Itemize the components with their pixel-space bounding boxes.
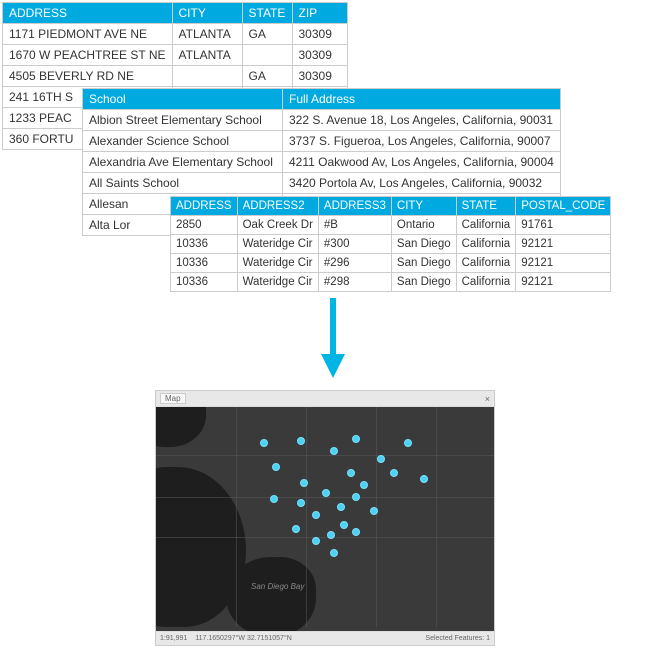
status-coords: 117.1650297°W 32.7151057°N <box>195 635 292 642</box>
col-school: School <box>83 89 283 110</box>
table-header-row: ADDRESS ADDRESS2 ADDRESS3 CITY STATE POS… <box>171 197 611 216</box>
table-row: Albion Street Elementary School322 S. Av… <box>83 110 561 131</box>
map-tab[interactable]: Map <box>160 393 186 404</box>
map-panel: Map × San Diego Bay 1:91,991 117.1650297… <box>155 390 495 646</box>
table-row: Alexandria Ave Elementary School4211 Oak… <box>83 152 561 173</box>
status-selected: Selected Features: 1 <box>425 635 490 642</box>
arrow-down-icon <box>318 298 348 378</box>
table-row: All Saints School3420 Portola Av, Los An… <box>83 173 561 194</box>
col-city: CITY <box>172 3 242 24</box>
col-address: ADDRESS <box>3 3 173 24</box>
map-point[interactable] <box>340 521 348 529</box>
map-point[interactable] <box>330 549 338 557</box>
map-point[interactable] <box>370 507 378 515</box>
map-point[interactable] <box>420 475 428 483</box>
map-point[interactable] <box>312 537 320 545</box>
table-row: 10336Wateridge Cir#298San DiegoCaliforni… <box>171 273 611 292</box>
table-row: Alexander Science School3737 S. Figueroa… <box>83 131 561 152</box>
col-full-address: Full Address <box>283 89 561 110</box>
map-point[interactable] <box>300 479 308 487</box>
road-line <box>236 407 237 627</box>
table-row: 10336Wateridge Cir#300San DiegoCaliforni… <box>171 235 611 254</box>
map-point[interactable] <box>260 439 268 447</box>
map-point[interactable] <box>322 489 330 497</box>
map-point[interactable] <box>377 455 385 463</box>
table-row: 2850Oak Creek Dr#BOntarioCalifornia91761 <box>171 216 611 235</box>
status-scale: 1:91,991 <box>160 635 187 642</box>
col-address: ADDRESS <box>171 197 238 216</box>
col-zip: ZIP <box>292 3 347 24</box>
road-line <box>436 407 437 627</box>
road-line <box>156 497 494 498</box>
map-point[interactable] <box>337 503 345 511</box>
table-row: 10336Wateridge Cir#296San DiegoCaliforni… <box>171 254 611 273</box>
map-point[interactable] <box>347 469 355 477</box>
map-status-bar: 1:91,991 117.1650297°W 32.7151057°N Sele… <box>156 631 494 645</box>
address-table-3: ADDRESS ADDRESS2 ADDRESS3 CITY STATE POS… <box>170 196 611 292</box>
map-point[interactable] <box>292 525 300 533</box>
map-point[interactable] <box>297 499 305 507</box>
col-address3: ADDRESS3 <box>318 197 391 216</box>
map-point[interactable] <box>272 463 280 471</box>
close-icon[interactable]: × <box>485 394 490 404</box>
road-line <box>306 407 307 627</box>
col-address2: ADDRESS2 <box>237 197 318 216</box>
water-shape <box>226 557 316 631</box>
map-point[interactable] <box>297 437 305 445</box>
col-postal: POSTAL_CODE <box>516 197 611 216</box>
map-point[interactable] <box>352 435 360 443</box>
road-line <box>156 537 494 538</box>
table-row: 4505 BEVERLY RD NEGA30309 <box>3 66 348 87</box>
map-point[interactable] <box>390 469 398 477</box>
water-shape <box>156 407 206 447</box>
map-point[interactable] <box>270 495 278 503</box>
map-canvas[interactable]: San Diego Bay <box>156 407 494 631</box>
table-row: 1171 PIEDMONT AVE NEATLANTAGA30309 <box>3 24 348 45</box>
col-city: CITY <box>391 197 456 216</box>
map-point[interactable] <box>330 447 338 455</box>
table-row: 1670 W PEACHTREE ST NEATLANTA30309 <box>3 45 348 66</box>
map-point[interactable] <box>312 511 320 519</box>
road-line <box>156 455 494 456</box>
map-toolbar: Map × <box>156 391 494 407</box>
bay-label: San Diego Bay <box>251 582 304 591</box>
col-state: STATE <box>456 197 516 216</box>
road-line <box>376 407 377 627</box>
map-point[interactable] <box>327 531 335 539</box>
map-point[interactable] <box>360 481 368 489</box>
map-point[interactable] <box>404 439 412 447</box>
table-header-row: ADDRESS CITY STATE ZIP <box>3 3 348 24</box>
map-point[interactable] <box>352 528 360 536</box>
table-header-row: School Full Address <box>83 89 561 110</box>
col-state: STATE <box>242 3 292 24</box>
map-point[interactable] <box>352 493 360 501</box>
